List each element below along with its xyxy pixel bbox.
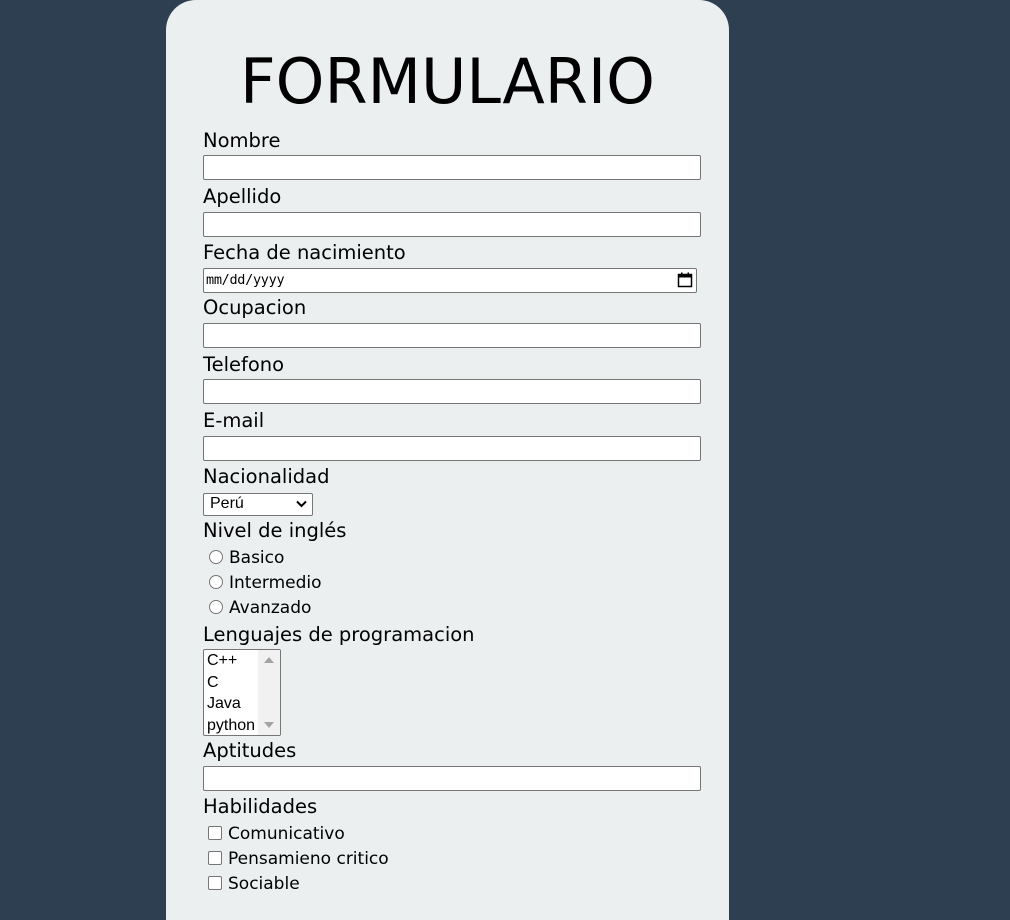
- radio-button[interactable]: [209, 600, 223, 614]
- lenguajes-label: Lenguajes de programacion: [203, 623, 475, 646]
- nombre-input[interactable]: [203, 155, 701, 180]
- triangle-down-icon[interactable]: [264, 722, 274, 728]
- listbox-scrollbar[interactable]: [258, 650, 280, 735]
- telefono-input[interactable]: [203, 379, 701, 404]
- aptitudes-input[interactable]: [203, 766, 701, 791]
- ocupacion-label: Ocupacion: [203, 296, 307, 319]
- listbox-option[interactable]: Java: [207, 693, 259, 715]
- apellido-input[interactable]: [203, 212, 701, 237]
- checkbox[interactable]: [208, 851, 222, 865]
- listbox-option[interactable]: python: [207, 715, 259, 736]
- chevron-down-icon: [296, 500, 307, 508]
- apellido-label: Apellido: [203, 185, 282, 208]
- email-input[interactable]: [203, 436, 701, 461]
- fecha-placeholder: mm/dd/yyyy: [206, 272, 285, 288]
- radio-button[interactable]: [209, 575, 223, 589]
- listbox-option[interactable]: C++: [207, 650, 259, 672]
- nombre-label: Nombre: [203, 129, 281, 152]
- checkbox-label: Sociable: [228, 874, 300, 894]
- telefono-label: Telefono: [203, 353, 285, 376]
- fecha-label: Fecha de nacimiento: [203, 241, 406, 264]
- fecha-input[interactable]: mm/dd/yyyy: [203, 268, 697, 293]
- aptitudes-label: Aptitudes: [203, 739, 297, 762]
- checkbox[interactable]: [208, 876, 222, 890]
- nacionalidad-select[interactable]: Perú: [203, 493, 313, 516]
- listbox-option[interactable]: C: [207, 672, 259, 694]
- form-title: FORMULARIO: [240, 45, 655, 118]
- lenguajes-listbox[interactable]: C++ C Java python: [203, 649, 281, 736]
- nacionalidad-label: Nacionalidad: [203, 465, 330, 488]
- calendar-icon[interactable]: [677, 272, 693, 288]
- form-card: FORMULARIO Nombre Apellido Fecha de naci…: [166, 0, 729, 920]
- ingles-label: Nivel de inglés: [203, 519, 347, 542]
- nacionalidad-selected-value: Perú: [210, 495, 244, 512]
- email-label: E-mail: [203, 409, 265, 432]
- radio-button[interactable]: [209, 550, 223, 564]
- triangle-up-icon[interactable]: [264, 657, 274, 663]
- habilidades-label: Habilidades: [203, 795, 318, 818]
- ocupacion-input[interactable]: [203, 323, 701, 348]
- radio-label: Intermedio: [229, 573, 322, 593]
- checkbox-label: Comunicativo: [228, 824, 345, 844]
- checkbox[interactable]: [208, 826, 222, 840]
- radio-label: Avanzado: [229, 598, 312, 618]
- checkbox-label: Pensamieno critico: [228, 849, 389, 869]
- radio-label: Basico: [229, 548, 285, 568]
